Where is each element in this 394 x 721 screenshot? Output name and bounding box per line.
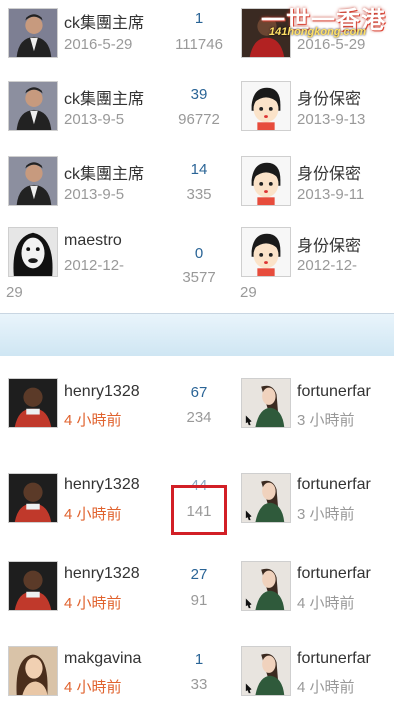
last-poster-name[interactable]: fortunerfar: [297, 650, 371, 668]
view-count: 111746: [175, 36, 223, 53]
section-separator: [0, 313, 394, 357]
thread-author[interactable]: ck集團主席: [64, 85, 144, 109]
author-avatar[interactable]: [8, 156, 58, 206]
thread-date: 4 小時前: [64, 679, 122, 696]
thread-date: 2013-9-5: [64, 186, 125, 203]
view-count: 91: [190, 592, 208, 609]
reply-count[interactable]: 14: [170, 161, 228, 178]
last-post-date: 4 小時前: [297, 595, 355, 612]
last-poster-name[interactable]: 身份保密: [297, 85, 361, 109]
last-poster-avatar[interactable]: [241, 227, 291, 277]
last-post-date: 2012-12-: [297, 257, 358, 274]
thread-row: maestro 2012-12- 0 3577 身份保密 2012-12-: [0, 219, 394, 313]
last-poster-avatar[interactable]: [241, 646, 291, 696]
author-avatar[interactable]: [8, 81, 58, 131]
author-avatar[interactable]: [8, 378, 58, 428]
last-poster-avatar[interactable]: [241, 156, 291, 206]
last-poster-avatar[interactable]: [241, 81, 291, 131]
last-post-date: 3 小時前: [297, 506, 355, 523]
last-poster-avatar[interactable]: [241, 561, 291, 611]
reply-count[interactable]: 67: [170, 384, 228, 401]
thread-author[interactable]: maestro: [64, 232, 122, 250]
last-poster-name[interactable]: fortunerfar: [297, 476, 371, 494]
thread-row: ck集團主席 2013-9-5 39 96772 身份保密 2013-9-13: [0, 69, 394, 145]
thread-author[interactable]: ck集團主席: [64, 9, 144, 33]
last-poster-avatar[interactable]: [241, 378, 291, 428]
reply-count[interactable]: 1: [170, 651, 228, 668]
last-poster-name[interactable]: 身份保密: [297, 232, 361, 256]
thread-author[interactable]: henry1328: [64, 565, 140, 583]
reply-count[interactable]: 0: [170, 245, 228, 262]
thread-author[interactable]: ck集團主席: [64, 160, 144, 184]
watermark-sub-text: 141hongkong.com: [269, 26, 367, 38]
reply-count[interactable]: 27: [170, 566, 228, 583]
thread-author[interactable]: henry1328: [64, 476, 140, 494]
last-poster-name[interactable]: fortunerfar: [297, 383, 371, 401]
last-post-date: 4 小時前: [297, 679, 355, 696]
reply-count[interactable]: 1: [170, 10, 228, 27]
last-poster-avatar[interactable]: [241, 473, 291, 523]
site-watermark-logo: 一世一香港 141hongkong.com: [255, 0, 394, 40]
thread-date: 4 小時前: [64, 412, 122, 429]
thread-date: 4 小時前: [64, 506, 122, 523]
author-avatar[interactable]: [8, 473, 58, 523]
thread-date: 2013-9-5: [64, 111, 125, 128]
last-post-date: 3 小時前: [297, 412, 355, 429]
view-count: 3577: [182, 269, 216, 286]
thread-row: henry1328 4 小時前 27 91 fortunerfar 4 小時前: [0, 544, 394, 629]
thread-date-continued: 29: [6, 284, 23, 301]
reply-count[interactable]: 39: [170, 86, 228, 103]
thread-row: henry1328 4 小時前 67 234 fortunerfar 3 小時前: [0, 356, 394, 453]
view-count: 33: [190, 676, 208, 693]
last-post-date: 2013-9-11: [297, 186, 365, 203]
last-poster-name[interactable]: fortunerfar: [297, 565, 371, 583]
author-avatar[interactable]: [8, 227, 58, 277]
thread-date: 2012-12-: [64, 257, 125, 274]
last-poster-name[interactable]: 身份保密: [297, 160, 361, 184]
highlight-box: [171, 485, 227, 535]
author-avatar[interactable]: [8, 646, 58, 696]
author-avatar[interactable]: [8, 561, 58, 611]
author-avatar[interactable]: [8, 8, 58, 58]
thread-date: 4 小時前: [64, 595, 122, 612]
thread-row: ck集團主席 2013-9-5 14 335 身份保密 2013-9-11: [0, 144, 394, 220]
thread-author[interactable]: makgavina: [64, 650, 141, 668]
last-post-date: 2013-9-13: [297, 111, 366, 128]
view-count: 335: [186, 186, 212, 203]
view-count: 96772: [178, 111, 220, 128]
last-post-date-continued: 29: [240, 284, 257, 301]
thread-row: makgavina 4 小時前 1 33 fortunerfar 4 小時前: [0, 628, 394, 721]
thread-date: 2016-5-29: [64, 36, 133, 53]
view-count: 234: [186, 409, 212, 426]
thread-author[interactable]: henry1328: [64, 383, 140, 401]
